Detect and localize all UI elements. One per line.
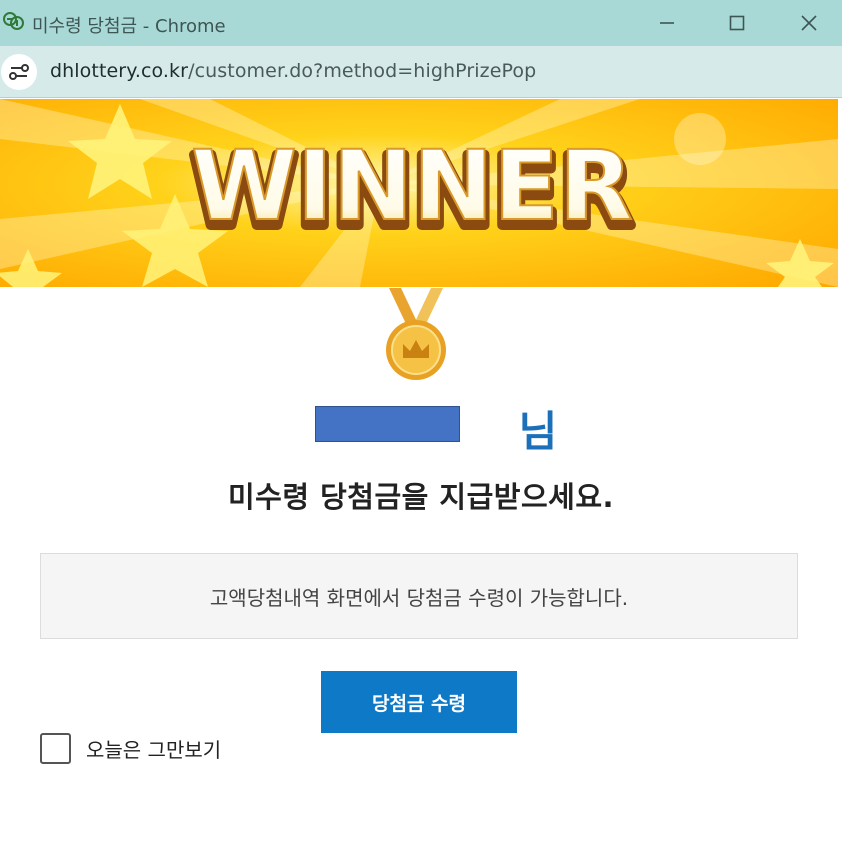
medal-icon — [386, 288, 446, 380]
close-button[interactable] — [794, 8, 824, 38]
info-text: 고액당첨내역 화면에서 당첨금 수령이 가능합니다. — [209, 585, 629, 610]
headline: 미수령 당첨금을 지급받으세요. — [227, 480, 615, 514]
url-path: /customer.do?method=highPrizePop — [188, 60, 537, 82]
info-box: 고액당첨내역 화면에서 당첨금 수령이 가능합니다. — [40, 553, 798, 639]
url-text[interactable]: dhlottery.co.kr/customer.do?method=highP… — [50, 60, 536, 82]
site-settings-icon — [9, 64, 29, 80]
site-info-button[interactable] — [1, 54, 37, 90]
url-host: dhlottery.co.kr — [50, 60, 189, 82]
minimize-button[interactable] — [652, 8, 682, 38]
window-titlebar: 미수령 당첨금 - Chrome — [0, 0, 842, 46]
window-title: 미수령 당첨금 - Chrome — [32, 16, 226, 37]
banner-text: WINNER — [191, 130, 633, 242]
dismiss-today[interactable]: 오늘은 그만보기 — [40, 733, 221, 764]
minimize-icon — [660, 22, 674, 24]
winner-banner: WINNER WINNER — [0, 99, 838, 287]
dismiss-today-label[interactable]: 오늘은 그만보기 — [86, 734, 221, 763]
dhlottery-clover-icon — [3, 12, 24, 30]
maximize-button[interactable] — [722, 8, 752, 38]
redacted-name — [315, 406, 460, 442]
close-icon — [801, 15, 817, 31]
dismiss-today-checkbox[interactable] — [40, 733, 71, 764]
claim-prize-button[interactable]: 당첨금 수령 — [321, 671, 517, 733]
address-bar[interactable]: dhlottery.co.kr/customer.do?method=highP… — [0, 46, 842, 98]
maximize-icon — [729, 15, 745, 31]
